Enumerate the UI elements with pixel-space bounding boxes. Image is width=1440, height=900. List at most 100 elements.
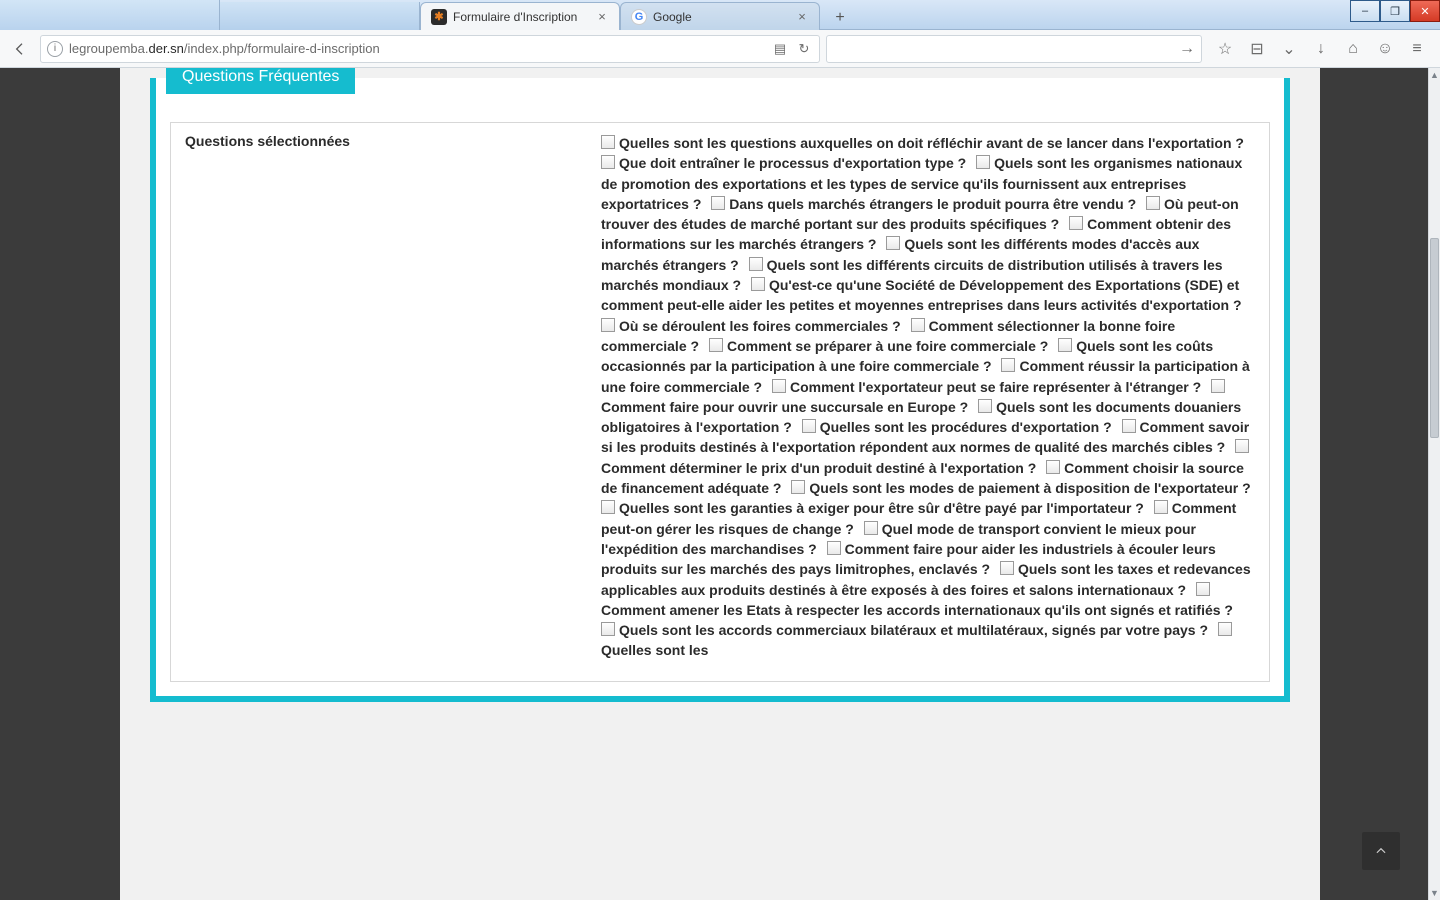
question-checkbox[interactable] xyxy=(601,135,615,149)
question-checkbox[interactable] xyxy=(978,399,992,413)
faq-panel: Questions Fréquentes Questions sélection… xyxy=(150,78,1290,702)
site-info-icon[interactable]: i xyxy=(47,41,63,57)
scrollbar-thumb[interactable] xyxy=(1430,238,1439,438)
question-label: Comment faire pour ouvrir une succursale… xyxy=(601,399,968,415)
window-maximize-button[interactable]: ❐ xyxy=(1380,0,1410,22)
question-checkbox[interactable] xyxy=(976,155,990,169)
question-item: Quels sont les modes de paiement à dispo… xyxy=(791,480,1250,496)
question-label: Que doit entraîner le processus d'export… xyxy=(619,155,966,171)
home-icon[interactable]: ⌂ xyxy=(1344,40,1362,58)
question-item: Dans quels marchés étrangers le produit … xyxy=(711,196,1136,212)
scrollbar-up-arrow-icon[interactable]: ▲ xyxy=(1429,68,1440,82)
question-checkbox[interactable] xyxy=(601,155,615,169)
question-item: Quelles sont les procédures d'exportatio… xyxy=(802,419,1112,435)
question-checkbox[interactable] xyxy=(751,277,765,291)
browser-tab-active[interactable]: ✱ Formulaire d'Inscription × xyxy=(420,2,620,30)
question-label: Quels sont les accords commerciaux bilat… xyxy=(619,622,1208,638)
faq-form: Questions sélectionnées Quelles sont les… xyxy=(170,122,1270,682)
scrollbar-down-arrow-icon[interactable]: ▼ xyxy=(1429,886,1440,900)
question-checkbox[interactable] xyxy=(749,257,763,271)
question-checkbox[interactable] xyxy=(1154,500,1168,514)
question-checkbox[interactable] xyxy=(1058,338,1072,352)
toolbar-icons: ☆ ⊟ ⌄ ↓ ⌂ ☺ ≡ xyxy=(1208,40,1434,58)
url-host: der.sn xyxy=(149,41,184,56)
left-column-label: Questions sélectionnées xyxy=(181,133,601,661)
question-item: Quels sont les accords commerciaux bilat… xyxy=(601,622,1208,638)
question-checkbox[interactable] xyxy=(827,541,841,555)
question-checkbox[interactable] xyxy=(709,338,723,352)
reload-icon[interactable]: ↻ xyxy=(795,41,813,57)
question-item: Comment se préparer à une foire commerci… xyxy=(709,338,1048,354)
question-checkbox[interactable] xyxy=(1069,216,1083,230)
url-prefix: legroupemba. xyxy=(69,41,149,56)
question-checkbox[interactable] xyxy=(1146,196,1160,210)
question-checkbox[interactable] xyxy=(772,379,786,393)
nav-back-button[interactable] xyxy=(6,35,34,63)
question-checkbox[interactable] xyxy=(1046,460,1060,474)
question-checkbox[interactable] xyxy=(886,236,900,250)
browser-navbar: i legroupemba.der.sn/index.php/formulair… xyxy=(0,30,1440,68)
bookmark-star-icon[interactable]: ☆ xyxy=(1216,40,1234,58)
window-minimize-button[interactable]: – xyxy=(1350,0,1380,22)
question-checkbox[interactable] xyxy=(601,318,615,332)
url-input[interactable]: i legroupemba.der.sn/index.php/formulair… xyxy=(40,35,820,63)
question-label: Quelles sont les garanties à exiger pour… xyxy=(619,500,1144,516)
window-titlebar: ✱ Formulaire d'Inscription × G Google × … xyxy=(0,0,1440,30)
downloads-icon[interactable]: ↓ xyxy=(1312,40,1330,58)
question-label: Comment amener les Etats à respecter les… xyxy=(601,602,1233,618)
search-input[interactable]: → xyxy=(826,35,1202,63)
window-buttons: – ❐ ✕ xyxy=(1350,0,1440,22)
back-to-top-button[interactable] xyxy=(1362,832,1400,870)
vertical-scrollbar[interactable]: ▲ ▼ xyxy=(1428,68,1440,900)
library-icon[interactable]: ⊟ xyxy=(1248,40,1266,58)
tab-label: Formulaire d'Inscription xyxy=(453,10,589,24)
question-checkbox[interactable] xyxy=(1218,622,1232,636)
question-item: Quelles sont les questions auxquelles on… xyxy=(601,135,1244,151)
question-label: Comment se préparer à une foire commerci… xyxy=(727,338,1048,354)
question-label: Quelles sont les procédures d'exportatio… xyxy=(820,419,1112,435)
question-checkbox[interactable] xyxy=(601,622,615,636)
question-label: Quels sont les modes de paiement à dispo… xyxy=(809,480,1250,496)
tabstrip-spacer-2 xyxy=(220,2,420,30)
question-label: Comment l'exportateur peut se faire repr… xyxy=(790,379,1201,395)
question-checkbox[interactable] xyxy=(791,480,805,494)
question-checkbox[interactable] xyxy=(711,196,725,210)
browser-tab-inactive[interactable]: G Google × xyxy=(620,2,820,30)
question-checkbox[interactable] xyxy=(911,318,925,332)
search-go-icon[interactable]: → xyxy=(1179,40,1195,58)
chat-icon[interactable]: ☺ xyxy=(1376,40,1394,58)
question-checkbox[interactable] xyxy=(1211,379,1225,393)
page-scroll: Questions Fréquentes Questions sélection… xyxy=(0,68,1440,900)
new-tab-button[interactable]: + xyxy=(826,6,854,30)
page-viewport: Questions Fréquentes Questions sélection… xyxy=(0,68,1440,900)
question-checkbox[interactable] xyxy=(1000,561,1014,575)
question-checkbox[interactable] xyxy=(601,500,615,514)
question-label: Dans quels marchés étrangers le produit … xyxy=(729,196,1136,212)
question-item: Comment l'exportateur peut se faire repr… xyxy=(772,379,1201,395)
question-checkbox[interactable] xyxy=(1001,358,1015,372)
questions-list: Quelles sont les questions auxquelles on… xyxy=(601,133,1259,661)
question-item: Que doit entraîner le processus d'export… xyxy=(601,155,966,171)
window-close-button[interactable]: ✕ xyxy=(1410,0,1440,22)
question-checkbox[interactable] xyxy=(1122,419,1136,433)
hamburger-menu-icon[interactable]: ≡ xyxy=(1408,40,1426,58)
question-checkbox[interactable] xyxy=(802,419,816,433)
reader-mode-icon[interactable]: ▤ xyxy=(771,41,789,57)
question-item: Où se déroulent les foires commerciales … xyxy=(601,318,901,334)
question-checkbox[interactable] xyxy=(1196,582,1210,596)
tab-strip: ✱ Formulaire d'Inscription × G Google × … xyxy=(0,0,1440,30)
section-title-tab: Questions Fréquentes xyxy=(166,68,355,94)
question-checkbox[interactable] xyxy=(1235,439,1249,453)
tab-close-button[interactable]: × xyxy=(595,10,609,24)
tab-close-button[interactable]: × xyxy=(795,10,809,24)
favicon-icon: ✱ xyxy=(431,9,447,25)
question-label: Quelles sont les xyxy=(601,642,708,658)
question-label: Comment déterminer le prix d'un produit … xyxy=(601,460,1036,476)
url-path: /index.php/formulaire-d-inscription xyxy=(184,41,380,56)
pocket-icon[interactable]: ⌄ xyxy=(1280,40,1298,58)
question-checkbox[interactable] xyxy=(864,521,878,535)
question-label: Où se déroulent les foires commerciales … xyxy=(619,318,901,334)
question-item: Quelles sont les garanties à exiger pour… xyxy=(601,500,1144,516)
question-label: Quelles sont les questions auxquelles on… xyxy=(619,135,1244,151)
favicon-icon: G xyxy=(631,9,647,25)
